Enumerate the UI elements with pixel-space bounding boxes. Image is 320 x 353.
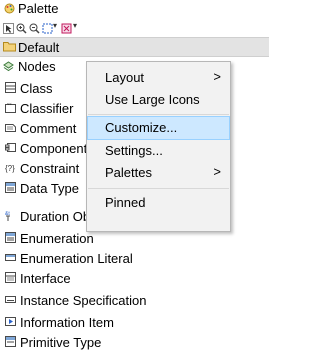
menu-item-customize[interactable]: Customize... [87,116,230,140]
palette-item-label: Information Item [20,315,114,330]
menu-item-settings[interactable]: Settings... [88,140,229,162]
folder-open-icon [3,42,16,52]
zoom-in-icon[interactable] [16,23,27,34]
enumeration-literal-icon [5,254,16,261]
palette-item-primitive-type[interactable]: Primitive Type [0,333,269,353]
menu-item-label: Settings... [105,143,163,158]
svg-text:{?}: {?} [5,164,15,173]
data-type-icon [5,182,16,193]
palette-item-label: Primitive Type [20,335,102,350]
menu-item-label: Customize... [105,120,178,135]
palette-item-information-item[interactable]: Information Item [0,313,269,333]
menu-item-label: Palettes [105,165,152,180]
information-item-icon [5,317,16,326]
submenu-arrow-icon: > [213,164,221,179]
menu-item-label: Layout [105,70,145,85]
classifier-icon: << [5,102,16,113]
palette-item-instance-specification[interactable]: Instance Specification [0,291,269,311]
context-menu: Layout > Use Large Icons Customize... Se… [86,61,231,232]
menu-item-layout[interactable]: Layout > [88,67,229,89]
menu-item-label: Pinned [105,195,146,210]
palette-header: Palette [0,0,269,19]
palette-item-label: Classifier [20,101,74,116]
drawer-default-label: Default [18,40,60,55]
menu-item-use-large-icons[interactable]: Use Large Icons [88,89,229,111]
palette-icon [4,3,15,14]
svg-text:<<: << [7,102,12,106]
submenu-arrow-icon: > [213,69,221,84]
connection-icon[interactable] [61,23,72,34]
constraint-icon: {?} [5,164,15,173]
instance-specification-icon [5,296,16,303]
zoom-out-icon[interactable] [29,23,40,34]
comment-icon [5,124,16,132]
palette-item-label: Instance Specification [20,293,147,308]
menu-separator [88,114,229,115]
palette-toolbar: ▾ ▾ [0,19,269,37]
menu-item-label: Use Large Icons [105,92,200,107]
component-icon [5,143,16,152]
connection-dropdown-icon[interactable]: ▾ [73,21,77,30]
class-icon [5,82,16,93]
palette-item-label: Constraint [20,161,80,176]
primitive-type-icon [5,336,16,347]
enumeration-icon [5,232,16,243]
drawer-default[interactable]: Default [0,37,269,57]
palette-item-label: Component [20,141,88,156]
palette-item-interface[interactable]: Interface [0,269,269,289]
marquee-dropdown-icon[interactable]: ▾ [53,21,57,30]
nodes-label: Nodes [18,59,56,74]
menu-item-pinned[interactable]: Pinned [88,192,229,214]
palette-item-label: Enumeration Literal [20,251,133,266]
palette-title: Palette [18,1,59,16]
menu-item-palettes[interactable]: Palettes > [88,162,229,184]
palette-item-enumeration[interactable]: Enumeration [0,229,269,249]
marquee-icon[interactable] [42,23,53,34]
palette-item-label: Enumeration [20,231,94,246]
duration-observation-icon: &t [5,211,10,221]
palette-item-label: Data Type [20,181,80,196]
select-arrow-icon[interactable] [3,23,14,34]
palette-item-label: Class [20,81,53,96]
menu-separator [88,188,229,189]
interface-icon [5,272,16,283]
palette-item-label: Comment [20,121,77,136]
palette-item-label: Interface [20,271,71,286]
palette-item-enumeration-literal[interactable]: Enumeration Literal [0,249,269,269]
nodes-stack-icon [3,61,14,72]
